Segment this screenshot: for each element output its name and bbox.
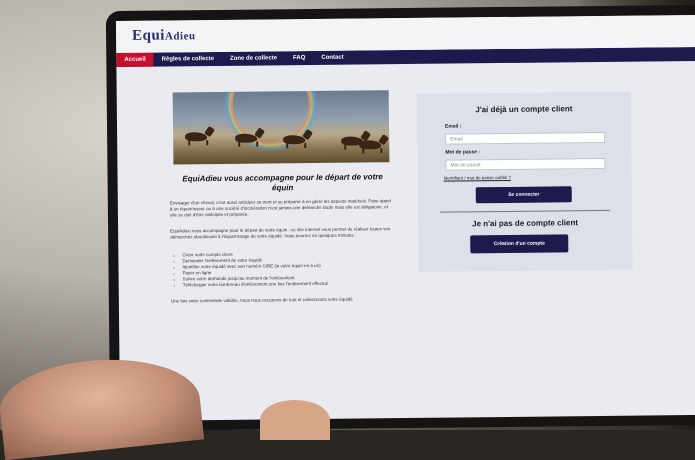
steps-list: Créer votre compte client Demander l'enl… xyxy=(176,250,392,288)
nav-faq[interactable]: FAQ xyxy=(285,51,313,65)
create-account-button[interactable]: Création d'un compte xyxy=(470,234,569,254)
login-title: J'ai déjà un compte client xyxy=(475,104,573,115)
nav-contact[interactable]: Contact xyxy=(313,51,351,65)
laptop-bezel: EquiAdieu Accueil Règles de collecte Zon… xyxy=(105,4,695,432)
forgot-credentials-link[interactable]: Identifiant / mot de passe oublié ? xyxy=(444,175,511,181)
intro-paragraph: Envisager d'un cheval, c'est aussi antic… xyxy=(169,198,391,218)
password-input[interactable]: Mot de passe xyxy=(445,157,606,171)
horse-shape xyxy=(185,132,208,142)
list-item: Télécharger votre bordereau d'enlèvement… xyxy=(183,280,393,288)
nav-regles-collecte[interactable]: Règles de collecte xyxy=(154,52,223,67)
main-content: EquiAdieu vous accompagne pour le départ… xyxy=(116,61,695,421)
user-thumb xyxy=(260,400,330,440)
panel-divider xyxy=(439,209,610,213)
horse-shape xyxy=(235,133,258,143)
email-label: Email : xyxy=(445,123,462,130)
page-headline: EquiAdieu vous accompagne pour le départ… xyxy=(182,172,383,193)
logo-main-text: Equi xyxy=(131,27,166,44)
service-paragraph: EquiAdieu vous accompagne pour le départ… xyxy=(170,226,391,240)
register-title: Je n'ai pas de compte client xyxy=(472,218,579,229)
nav-zone-collecte[interactable]: Zone de collecte xyxy=(222,51,285,66)
password-label: Mot de passe : xyxy=(445,149,481,156)
horse-shape xyxy=(283,135,306,145)
login-button[interactable]: Se connecter xyxy=(475,186,572,204)
logo-small-text: Adieu xyxy=(164,30,196,43)
nav-accueil[interactable]: Accueil xyxy=(116,52,154,68)
site-header: EquiAdieu xyxy=(115,14,695,54)
hero-horses-image xyxy=(172,90,390,165)
horse-shape xyxy=(359,140,382,150)
site-logo[interactable]: EquiAdieu xyxy=(132,27,196,45)
login-panel: J'ai déjà un compte client Email : Email… xyxy=(416,91,633,272)
email-input[interactable]: Email xyxy=(445,131,606,145)
closing-paragraph: Une fois votre commande validée, nous no… xyxy=(170,296,353,304)
laptop-screen: EquiAdieu Accueil Règles de collecte Zon… xyxy=(115,14,695,422)
